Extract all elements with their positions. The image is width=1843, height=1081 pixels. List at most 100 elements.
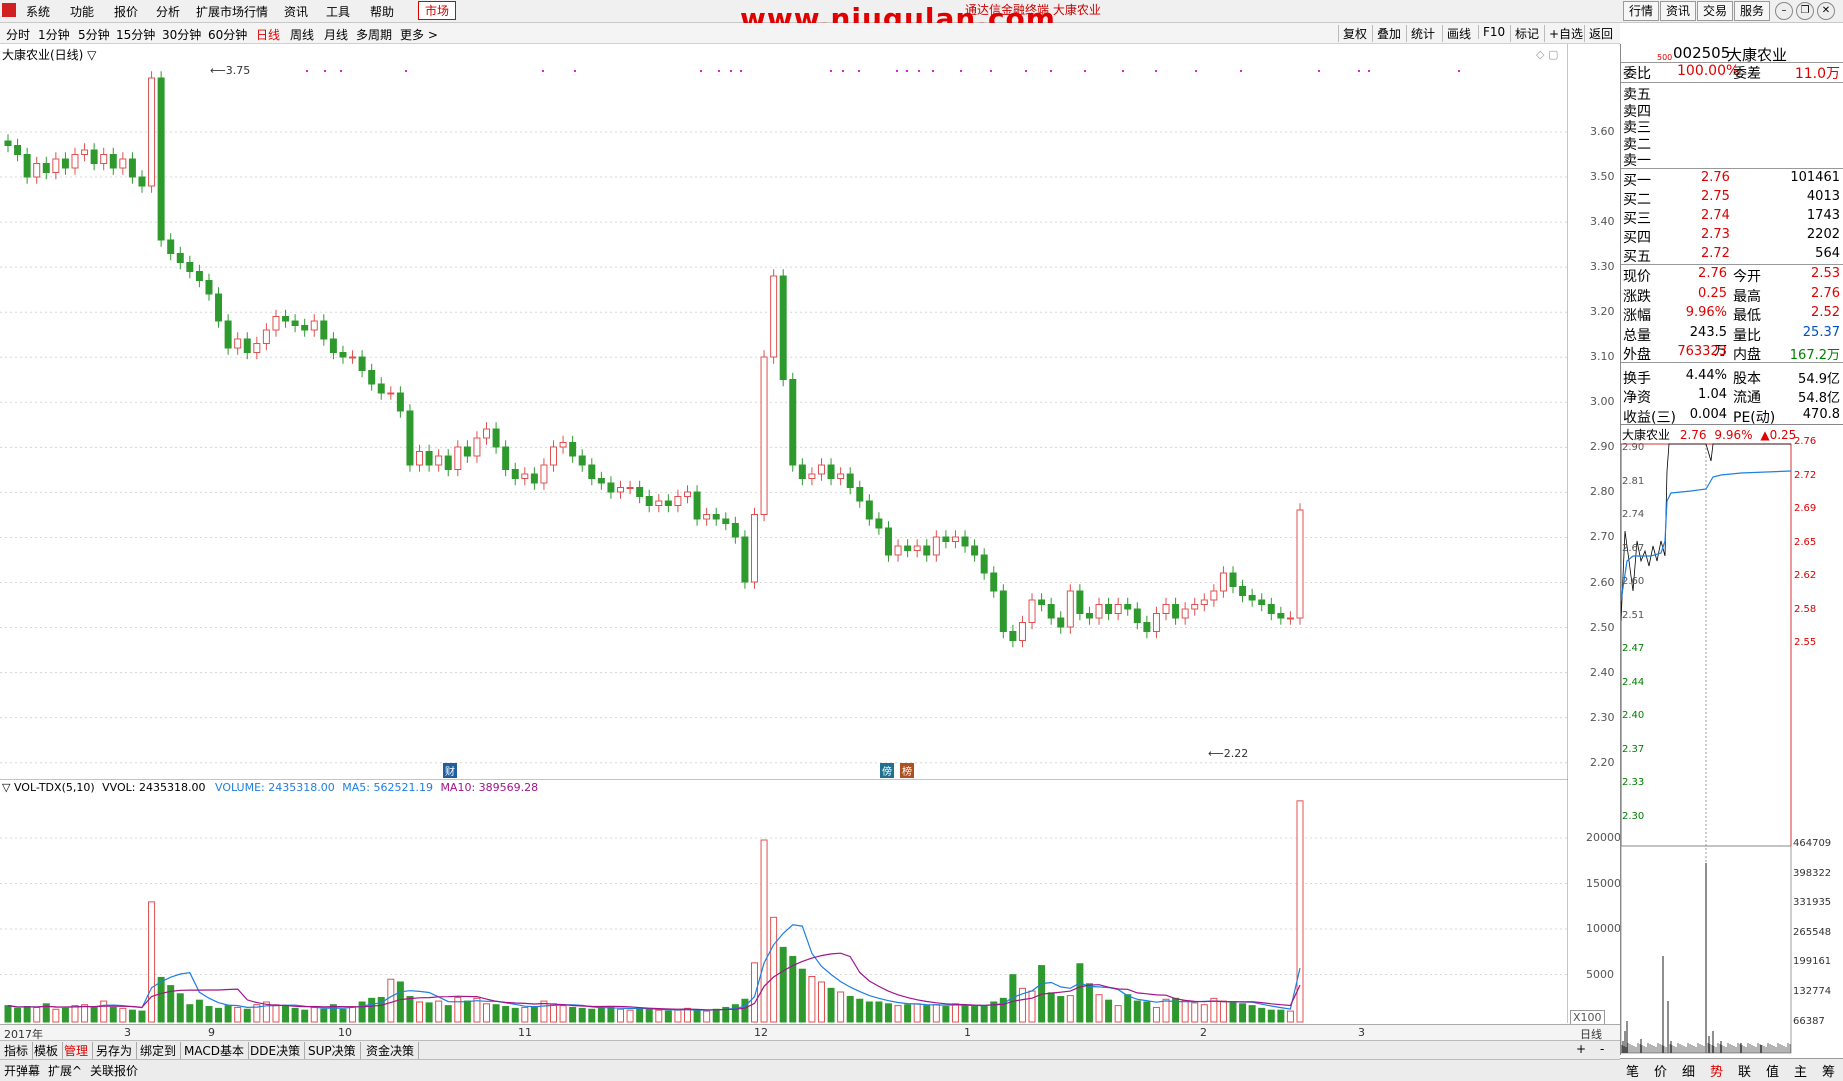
top-button-trade[interactable]: 交易	[1697, 1, 1733, 21]
tab-indicator[interactable]: 指标	[4, 1042, 34, 1059]
rtab-7[interactable]: 筹	[1822, 1061, 1835, 1080]
zoom-in-button[interactable]: +	[1576, 1042, 1590, 1056]
volume-bar	[884, 1003, 892, 1023]
menu-help[interactable]: 帮助	[370, 3, 394, 20]
price-axis-label: 3.00	[1590, 395, 1615, 409]
rtab-2[interactable]: 细	[1682, 1061, 1695, 1080]
signal-dot	[718, 70, 720, 72]
chart-options-icon[interactable]: ◇ ▢	[1536, 48, 1558, 61]
event-badge-finance[interactable]: 财	[443, 763, 457, 778]
event-badge-list[interactable]: 榜	[900, 763, 914, 778]
tab-save-as[interactable]: 另存为	[96, 1042, 138, 1059]
stat-value: 763323	[1677, 344, 1727, 359]
period-daily[interactable]: 日线	[256, 26, 280, 43]
candle	[1152, 613, 1160, 632]
candle	[138, 176, 146, 187]
signal-dot	[1458, 70, 1460, 72]
menu-analysis[interactable]: 分析	[156, 3, 180, 20]
tool-f10[interactable]: F10	[1478, 25, 1505, 39]
candle	[760, 356, 768, 515]
volume-bar	[1267, 1009, 1275, 1023]
buy-level-volume: 4013	[1806, 189, 1840, 204]
tab-dde[interactable]: DDE决策	[250, 1042, 306, 1059]
candle	[530, 473, 538, 484]
volume-bar	[712, 1008, 720, 1023]
candle	[559, 442, 567, 448]
time-axis: 2017年 3 9 10 11 12 1 2 3 日线	[0, 1024, 1620, 1041]
restore-icon[interactable]: ❐	[1796, 2, 1814, 20]
price-chart[interactable]	[0, 44, 1568, 779]
menu-news[interactable]: 资讯	[284, 3, 308, 20]
candle	[990, 572, 998, 592]
event-badge-rank[interactable]: 傍	[880, 763, 894, 778]
volume-bar	[435, 1000, 443, 1023]
top-button-service[interactable]: 服务	[1734, 1, 1770, 21]
candle	[1018, 622, 1026, 641]
candle	[148, 77, 156, 187]
top-button-quotes[interactable]: 行情	[1623, 1, 1659, 21]
rtab-1[interactable]: 价	[1654, 1061, 1667, 1080]
candle	[770, 275, 778, 358]
linked-quote[interactable]: 关联报价	[90, 1062, 138, 1079]
candle	[1200, 599, 1208, 605]
period-more[interactable]: 更多 >	[400, 26, 438, 43]
rtab-5[interactable]: 值	[1766, 1061, 1779, 1080]
rtab-4[interactable]: 联	[1738, 1061, 1751, 1080]
menu-system[interactable]: 系统	[26, 3, 50, 20]
candle	[712, 514, 720, 520]
tab-fund[interactable]: 资金决策	[366, 1042, 420, 1059]
toggle-extend[interactable]: 扩展^	[48, 1062, 82, 1079]
volume-chart[interactable]	[0, 779, 1568, 1023]
buy-level-label: 买五	[1623, 249, 1651, 265]
tool-mark[interactable]: 标记	[1510, 25, 1539, 42]
period-15min[interactable]: 15分钟	[116, 26, 155, 43]
rtab-3[interactable]: 势	[1710, 1061, 1723, 1080]
tab-manage[interactable]: 管理	[64, 1042, 94, 1059]
tab-macd[interactable]: MACD基本	[184, 1042, 249, 1059]
price-axis-label: 3.50	[1590, 170, 1615, 184]
tool-draw[interactable]: 画线	[1442, 25, 1471, 42]
volume-bar	[731, 1004, 739, 1023]
period-intraday[interactable]: 分时	[6, 26, 30, 43]
tool-adjust[interactable]: 复权	[1338, 25, 1367, 42]
tab-bind-to[interactable]: 绑定到	[140, 1042, 182, 1059]
menu-tools[interactable]: 工具	[326, 3, 350, 20]
rtab-0[interactable]: 笔	[1626, 1061, 1639, 1080]
zoom-out-button[interactable]: -	[1600, 1042, 1608, 1056]
volume-bar	[1181, 1000, 1189, 1023]
menu-quote[interactable]: 报价	[114, 3, 138, 20]
buy-level-volume: 2202	[1806, 227, 1840, 242]
minimize-icon[interactable]: –	[1775, 2, 1793, 20]
period-30min[interactable]: 30分钟	[162, 26, 201, 43]
period-60min[interactable]: 60分钟	[208, 26, 247, 43]
volume-bar	[329, 1004, 337, 1023]
candle	[626, 487, 634, 489]
top-button-news[interactable]: 资讯	[1660, 1, 1696, 21]
volume-bar	[664, 1010, 672, 1023]
period-5min[interactable]: 5分钟	[78, 26, 110, 43]
menu-extended-market[interactable]: 扩展市场行情	[196, 3, 268, 20]
tab-sup[interactable]: SUP决策	[308, 1042, 361, 1059]
period-monthly[interactable]: 月线	[324, 26, 348, 43]
signal-dot	[730, 70, 732, 72]
stat-label: 涨跌	[1623, 288, 1651, 305]
period-1min[interactable]: 1分钟	[38, 26, 70, 43]
candle	[157, 77, 165, 241]
tool-add-watch[interactable]: +自选	[1544, 25, 1583, 42]
signal-dot	[740, 70, 742, 72]
menu-function[interactable]: 功能	[70, 3, 94, 20]
volume-bar	[272, 1004, 280, 1023]
tool-back[interactable]: 返回	[1584, 25, 1613, 42]
menu-market[interactable]: 市场	[418, 1, 457, 20]
app-logo-icon[interactable]	[2, 3, 16, 17]
tool-overlay[interactable]: 叠加	[1372, 25, 1401, 42]
tab-template[interactable]: 模板	[34, 1042, 64, 1059]
close-icon[interactable]: ✕	[1817, 2, 1835, 20]
period-multi[interactable]: 多周期	[356, 26, 392, 43]
tool-stats[interactable]: 统计	[1406, 25, 1435, 42]
toggle-danmaku[interactable]: 开弹幕	[4, 1062, 40, 1079]
rtab-6[interactable]: 主	[1794, 1061, 1807, 1080]
candle	[349, 356, 357, 359]
period-weekly[interactable]: 周线	[290, 26, 314, 43]
candle	[473, 437, 481, 457]
